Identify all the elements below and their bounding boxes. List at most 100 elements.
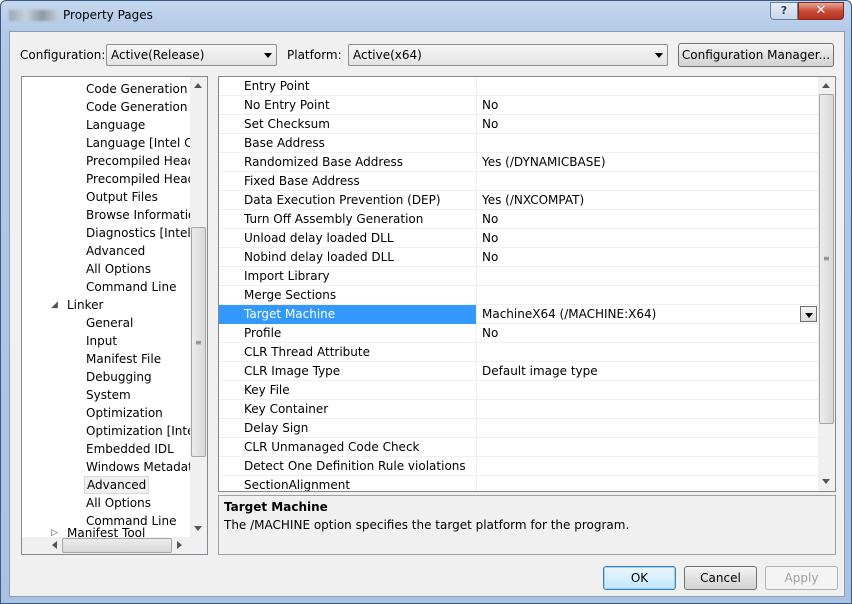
property-value[interactable]: No bbox=[478, 115, 819, 134]
property-row[interactable]: CLR Image Type Default image type bbox=[219, 362, 819, 381]
property-name: Unload delay loaded DLL bbox=[219, 229, 477, 248]
grip-icon: ≡ bbox=[195, 338, 202, 347]
platform-dropdown[interactable]: Active(x64) bbox=[348, 44, 668, 66]
property-row[interactable]: Data Execution Prevention (DEP) Yes (/NXC… bbox=[219, 191, 819, 210]
property-row[interactable]: Import Library bbox=[219, 267, 819, 286]
tree-item[interactable]: Embedded IDL bbox=[84, 440, 176, 458]
target-machine-dropdown-button[interactable] bbox=[800, 306, 817, 322]
tree-item[interactable]: Input bbox=[84, 332, 119, 350]
property-row[interactable]: Fixed Base Address bbox=[219, 172, 819, 191]
tree-vertical-scrollbar[interactable]: ≡ bbox=[190, 77, 207, 537]
scroll-up-icon[interactable] bbox=[822, 83, 830, 88]
tree-item[interactable]: Browse Information bbox=[84, 206, 205, 224]
property-row[interactable]: CLR Unmanaged Code Check bbox=[219, 438, 819, 457]
property-row[interactable]: Key File bbox=[219, 381, 819, 400]
property-name: Data Execution Prevention (DEP) bbox=[219, 191, 477, 210]
property-name: CLR Image Type bbox=[219, 362, 477, 381]
property-row[interactable]: Base Address bbox=[219, 134, 819, 153]
scroll-up-icon[interactable] bbox=[194, 83, 202, 88]
property-value[interactable]: No bbox=[478, 229, 819, 248]
property-row[interactable]: Set Checksum No bbox=[219, 115, 819, 134]
property-value[interactable] bbox=[478, 419, 819, 438]
property-value[interactable] bbox=[478, 172, 819, 191]
property-name: Target Machine bbox=[219, 305, 477, 324]
property-name: Detect One Definition Rule violations bbox=[219, 457, 477, 476]
tree-item[interactable]: Diagnostics [Intel C bbox=[84, 224, 205, 242]
property-value[interactable]: Default image type bbox=[478, 362, 819, 381]
tree-item[interactable]: Optimization bbox=[84, 404, 165, 422]
property-grid[interactable]: Entry Point No Entry Point No Set Checksum N… bbox=[218, 76, 836, 492]
tree-item[interactable]: Debugging bbox=[84, 368, 154, 386]
property-value[interactable] bbox=[478, 77, 819, 96]
property-value[interactable] bbox=[478, 267, 819, 286]
tree-item[interactable]: Manifest File bbox=[84, 350, 163, 368]
property-name: Merge Sections bbox=[219, 286, 477, 305]
apply-button[interactable]: Apply bbox=[765, 566, 838, 590]
cancel-button[interactable]: Cancel bbox=[684, 566, 757, 590]
property-row[interactable]: Detect One Definition Rule violations bbox=[219, 457, 819, 476]
property-row[interactable]: Unload delay loaded DLL No bbox=[219, 229, 819, 248]
property-value[interactable]: No bbox=[478, 248, 819, 267]
tree-node-linker[interactable]: Linker bbox=[65, 296, 105, 314]
property-value[interactable] bbox=[478, 343, 819, 362]
property-value[interactable] bbox=[478, 476, 819, 491]
tree-item[interactable]: All Options bbox=[84, 260, 153, 278]
property-value[interactable]: No bbox=[478, 96, 819, 115]
property-row[interactable]: Key Container bbox=[219, 400, 819, 419]
tree-item[interactable]: Advanced bbox=[84, 242, 147, 260]
tree-item[interactable]: Output Files bbox=[84, 188, 160, 206]
property-row[interactable]: SectionAlignment bbox=[219, 476, 819, 491]
tree-item[interactable]: Precompiled Heade bbox=[84, 170, 205, 188]
property-row[interactable]: Profile No bbox=[219, 324, 819, 343]
tree-item[interactable]: General bbox=[84, 314, 135, 332]
property-row[interactable]: Delay Sign bbox=[219, 419, 819, 438]
tree-item[interactable]: System bbox=[84, 386, 133, 404]
grid-vertical-scrollbar[interactable]: ≡ bbox=[818, 77, 835, 491]
property-name: Base Address bbox=[219, 134, 477, 153]
configuration-manager-button[interactable]: Configuration Manager... bbox=[678, 43, 834, 67]
expanded-arrow-icon[interactable]: ◢ bbox=[51, 300, 58, 310]
configuration-dropdown[interactable]: Active(Release) bbox=[106, 44, 277, 66]
scroll-down-icon[interactable] bbox=[822, 479, 830, 484]
scroll-right-icon[interactable] bbox=[177, 541, 182, 549]
property-value[interactable] bbox=[478, 400, 819, 419]
tree-item[interactable]: Precompiled Heade bbox=[84, 152, 205, 170]
property-value[interactable]: Yes (/DYNAMICBASE) bbox=[478, 153, 819, 172]
property-value[interactable] bbox=[478, 457, 819, 476]
property-value[interactable]: MachineX64 (/MACHINE:X64) bbox=[478, 305, 819, 324]
tree-hscroll-thumb[interactable] bbox=[62, 538, 172, 553]
property-value[interactable] bbox=[478, 438, 819, 457]
property-row[interactable]: Turn Off Assembly Generation No bbox=[219, 210, 819, 229]
tree-horizontal-scrollbar[interactable] bbox=[22, 537, 190, 554]
property-row[interactable]: CLR Thread Attribute bbox=[219, 343, 819, 362]
property-row[interactable]: Randomized Base Address Yes (/DYNAMICBASE… bbox=[219, 153, 819, 172]
tree-item[interactable]: Code Generation bbox=[84, 80, 189, 98]
property-value[interactable]: No bbox=[478, 324, 819, 343]
scroll-left-icon[interactable] bbox=[52, 541, 57, 549]
property-row[interactable]: No Entry Point No bbox=[219, 96, 819, 115]
property-name: Fixed Base Address bbox=[219, 172, 477, 191]
property-value[interactable] bbox=[478, 286, 819, 305]
property-tree[interactable]: Code Generation Code Generation [In Langua… bbox=[21, 76, 208, 555]
property-row[interactable]: Merge Sections bbox=[219, 286, 819, 305]
tree-item[interactable]: Language bbox=[84, 116, 147, 134]
tree-item[interactable]: Advanced bbox=[84, 476, 150, 494]
property-value[interactable]: No bbox=[478, 210, 819, 229]
close-button[interactable]: ✕ bbox=[798, 2, 844, 20]
help-button[interactable]: ? bbox=[770, 2, 798, 20]
tree-item[interactable]: All Options bbox=[84, 494, 153, 512]
title-bar[interactable]: Property Pages ? ✕ bbox=[1, 1, 851, 31]
tree-item[interactable]: Command Line bbox=[84, 278, 179, 296]
platform-value: Active(x64) bbox=[353, 48, 422, 62]
property-row-target-machine[interactable]: Target Machine MachineX64 (/MACHINE:X64) bbox=[219, 305, 819, 324]
ok-button[interactable]: OK bbox=[603, 566, 676, 590]
property-name: SectionAlignment bbox=[219, 476, 477, 491]
tree-item[interactable]: Windows Metadata bbox=[84, 458, 202, 476]
property-value[interactable] bbox=[478, 134, 819, 153]
property-name: Set Checksum bbox=[219, 115, 477, 134]
property-row[interactable]: Entry Point bbox=[219, 77, 819, 96]
property-row[interactable]: Nobind delay loaded DLL No bbox=[219, 248, 819, 267]
scroll-down-icon[interactable] bbox=[194, 526, 202, 531]
property-value[interactable]: Yes (/NXCOMPAT) bbox=[478, 191, 819, 210]
property-value[interactable] bbox=[478, 381, 819, 400]
